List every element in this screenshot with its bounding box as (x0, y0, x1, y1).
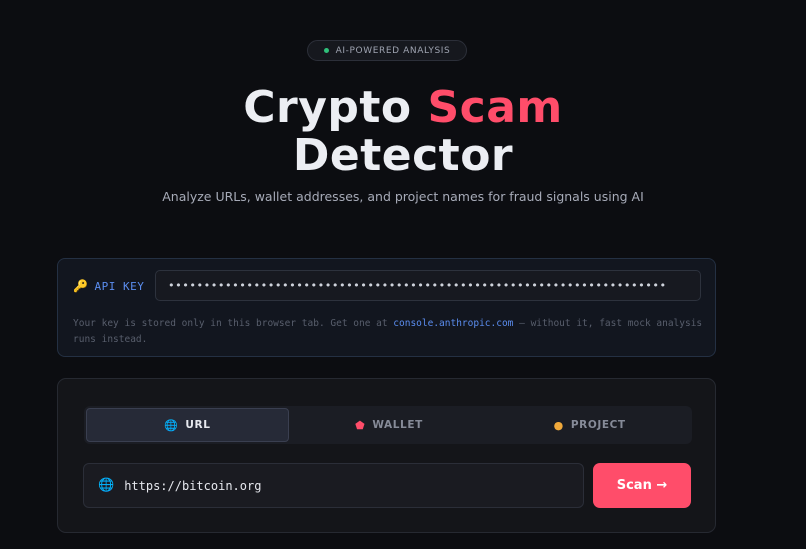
api-key-input[interactable] (155, 270, 701, 301)
page-title-line1: Crypto Scam (0, 82, 806, 134)
scan-button[interactable]: Scan → (593, 463, 691, 508)
globe-icon: 🌐 (98, 478, 115, 493)
globe-icon: 🌐 (164, 418, 179, 432)
title-accent: Scam (427, 82, 563, 133)
api-key-note: Your key is stored only in this browser … (73, 316, 703, 348)
key-icon: 🔑 (73, 279, 89, 293)
gem-icon: ⬟ (355, 418, 366, 432)
tab-url-label: URL (185, 419, 211, 431)
tab-wallet-label: WALLET (372, 419, 423, 431)
tab-project-label: PROJECT (570, 419, 626, 431)
title-part: Crypto (243, 82, 428, 133)
api-key-label-text: API KEY (94, 279, 145, 293)
scan-input-field[interactable]: 🌐 (83, 463, 584, 508)
page-title-line2: Detector (292, 130, 514, 181)
status-dot-icon (323, 48, 329, 53)
scan-panel: 🌐 URL ⬟ WALLET ● PROJECT 🌐 Scan → (57, 378, 716, 533)
api-key-panel: 🔑 API KEY Your key is stored only in thi… (57, 258, 716, 357)
tab-wallet[interactable]: ⬟ WALLET (289, 408, 490, 442)
scan-type-tabs: 🌐 URL ⬟ WALLET ● PROJECT (84, 406, 692, 444)
page-subtitle: Analyze URLs, wallet addresses, and proj… (162, 189, 644, 204)
api-key-label: 🔑 API KEY (73, 279, 144, 293)
badge-text: AI-POWERED ANALYSIS (335, 45, 451, 56)
console-link[interactable]: console.anthropic.com (393, 318, 513, 329)
coin-icon: ● (553, 418, 564, 432)
scan-input[interactable] (124, 478, 569, 493)
ai-badge: AI-POWERED ANALYSIS (307, 40, 467, 61)
tab-url[interactable]: 🌐 URL (86, 408, 289, 442)
api-note-text: Your key is stored only in this browser … (73, 318, 394, 329)
tab-project[interactable]: ● PROJECT (489, 408, 690, 442)
